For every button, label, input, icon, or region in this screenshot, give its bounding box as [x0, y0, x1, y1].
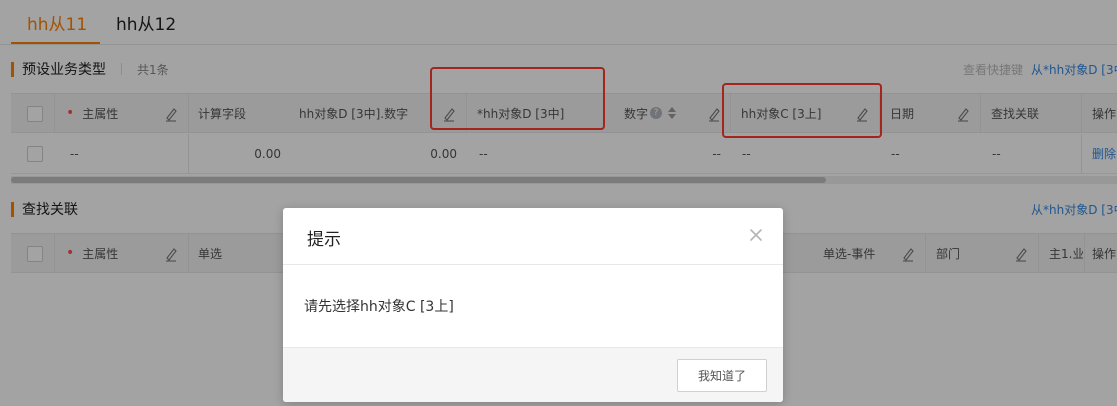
- close-icon[interactable]: [747, 226, 765, 244]
- acknowledge-button[interactable]: 我知道了: [677, 359, 767, 392]
- alert-dialog: 提示 请先选择hh对象C [3上] 我知道了: [283, 208, 783, 402]
- dialog-message: 请先选择hh对象C [3上]: [304, 299, 454, 315]
- dialog-footer: 我知道了: [283, 347, 783, 402]
- dialog-title: 提示: [307, 230, 341, 250]
- dialog-divider: [283, 264, 783, 265]
